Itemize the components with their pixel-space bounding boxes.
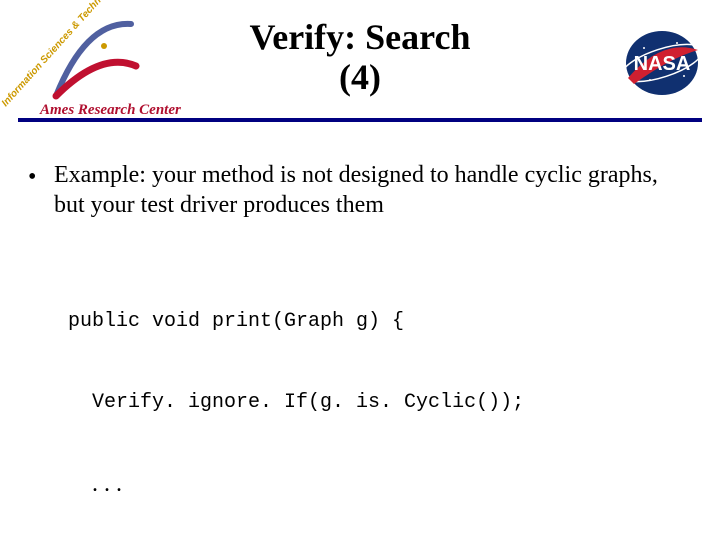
- code-line: public void print(Graph g) {: [68, 308, 692, 335]
- slide: Information Sciences & Technology Ames R…: [0, 0, 720, 540]
- ames-center-text: Ames Research Center: [40, 102, 181, 119]
- bullet-item: • Example: your method is not designed t…: [28, 160, 692, 220]
- header-rule: [18, 118, 702, 122]
- bullet-text: Example: your method is not designed to …: [54, 160, 692, 220]
- slide-body: • Example: your method is not designed t…: [28, 160, 692, 540]
- slide-header: Information Sciences & Technology Ames R…: [0, 0, 720, 130]
- title-block: Verify: Search (4): [0, 18, 720, 97]
- nasa-logo-icon: NASA: [622, 28, 702, 98]
- bullet-dot-icon: •: [28, 160, 54, 192]
- code-line: Verify. ignore. If(g. is. Cyclic());: [68, 389, 692, 416]
- nasa-word: NASA: [634, 53, 691, 75]
- code-ellipsis: . . .: [68, 470, 692, 499]
- slide-title: Verify: Search: [0, 18, 720, 58]
- slide-subtitle: (4): [0, 58, 720, 98]
- code-block: public void print(Graph g) { Verify. ign…: [68, 254, 692, 540]
